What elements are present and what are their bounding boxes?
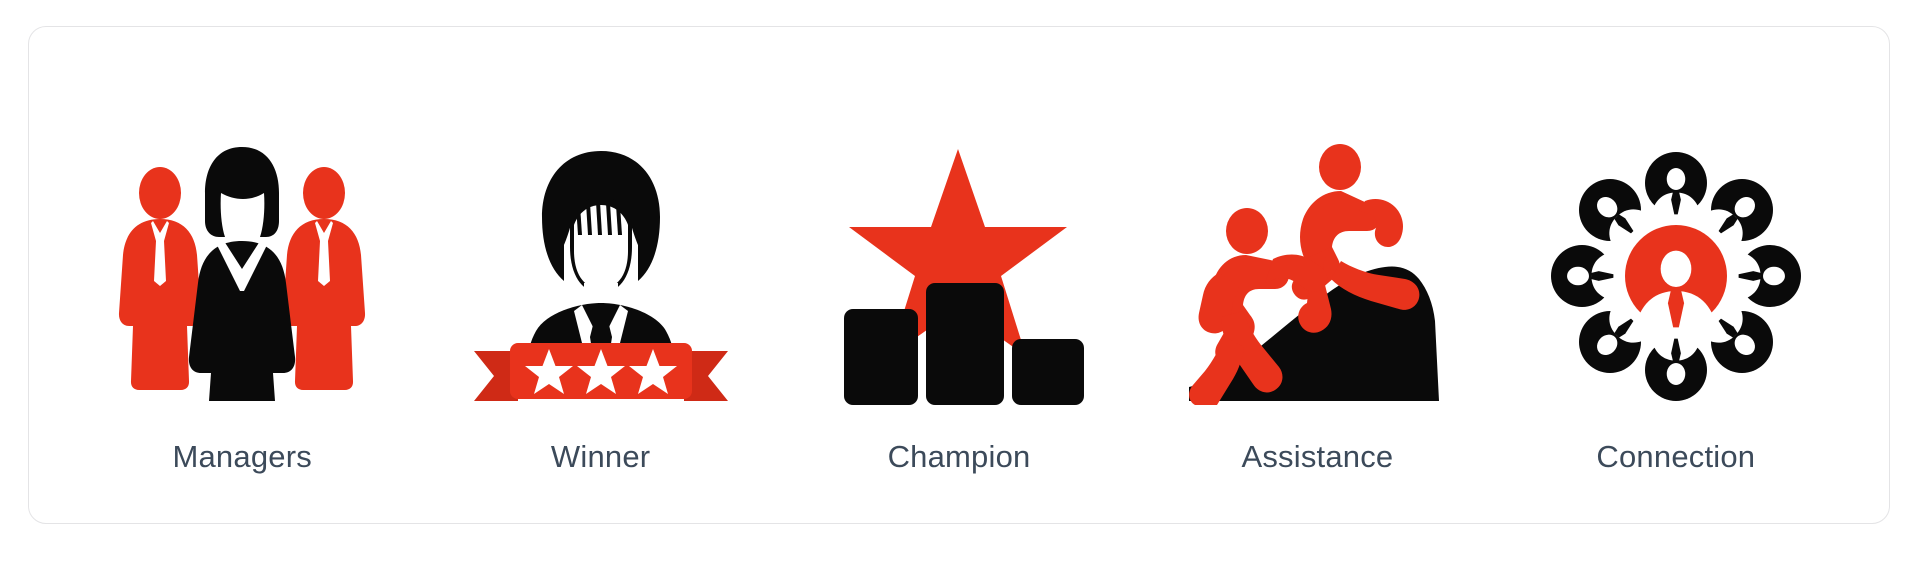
icon-label-connection: Connection — [1596, 439, 1756, 474]
connection-satellite-w — [1550, 245, 1614, 307]
icon-set-card: Managers Winner Champion Assistance Conn… — [28, 26, 1890, 524]
icon-cell-champion[interactable]: Champion — [780, 27, 1138, 523]
managers-group-icon — [112, 105, 372, 405]
icon-label-champion: Champion — [887, 439, 1031, 474]
icon-cell-managers[interactable]: Managers — [63, 27, 421, 523]
icon-cell-connection[interactable]: Connection — [1497, 27, 1855, 523]
icon-label-assistance: Assistance — [1241, 439, 1394, 474]
icon-grid: Managers Winner Champion Assistance Conn… — [29, 27, 1889, 523]
connection-satellite-n — [1644, 152, 1707, 215]
connection-satellite-s — [1644, 338, 1707, 401]
winner-award-ribbon — [473, 343, 728, 401]
icon-cell-assistance[interactable]: Assistance — [1138, 27, 1496, 523]
winner-ribbon-icon — [471, 105, 731, 405]
icon-label-winner: Winner — [550, 439, 651, 474]
connection-network-icon — [1546, 105, 1806, 405]
champion-podium-star-icon — [829, 105, 1089, 405]
champion-bar-center — [926, 283, 1005, 405]
icon-cell-winner[interactable]: Winner — [421, 27, 779, 523]
connection-center-avatar — [1624, 225, 1727, 328]
assistance-helping-hand-icon — [1187, 105, 1447, 405]
connection-satellite-e — [1738, 245, 1801, 307]
icon-label-managers: Managers — [172, 439, 312, 474]
champion-bar-left — [844, 309, 919, 405]
champion-bar-right — [1012, 339, 1085, 405]
